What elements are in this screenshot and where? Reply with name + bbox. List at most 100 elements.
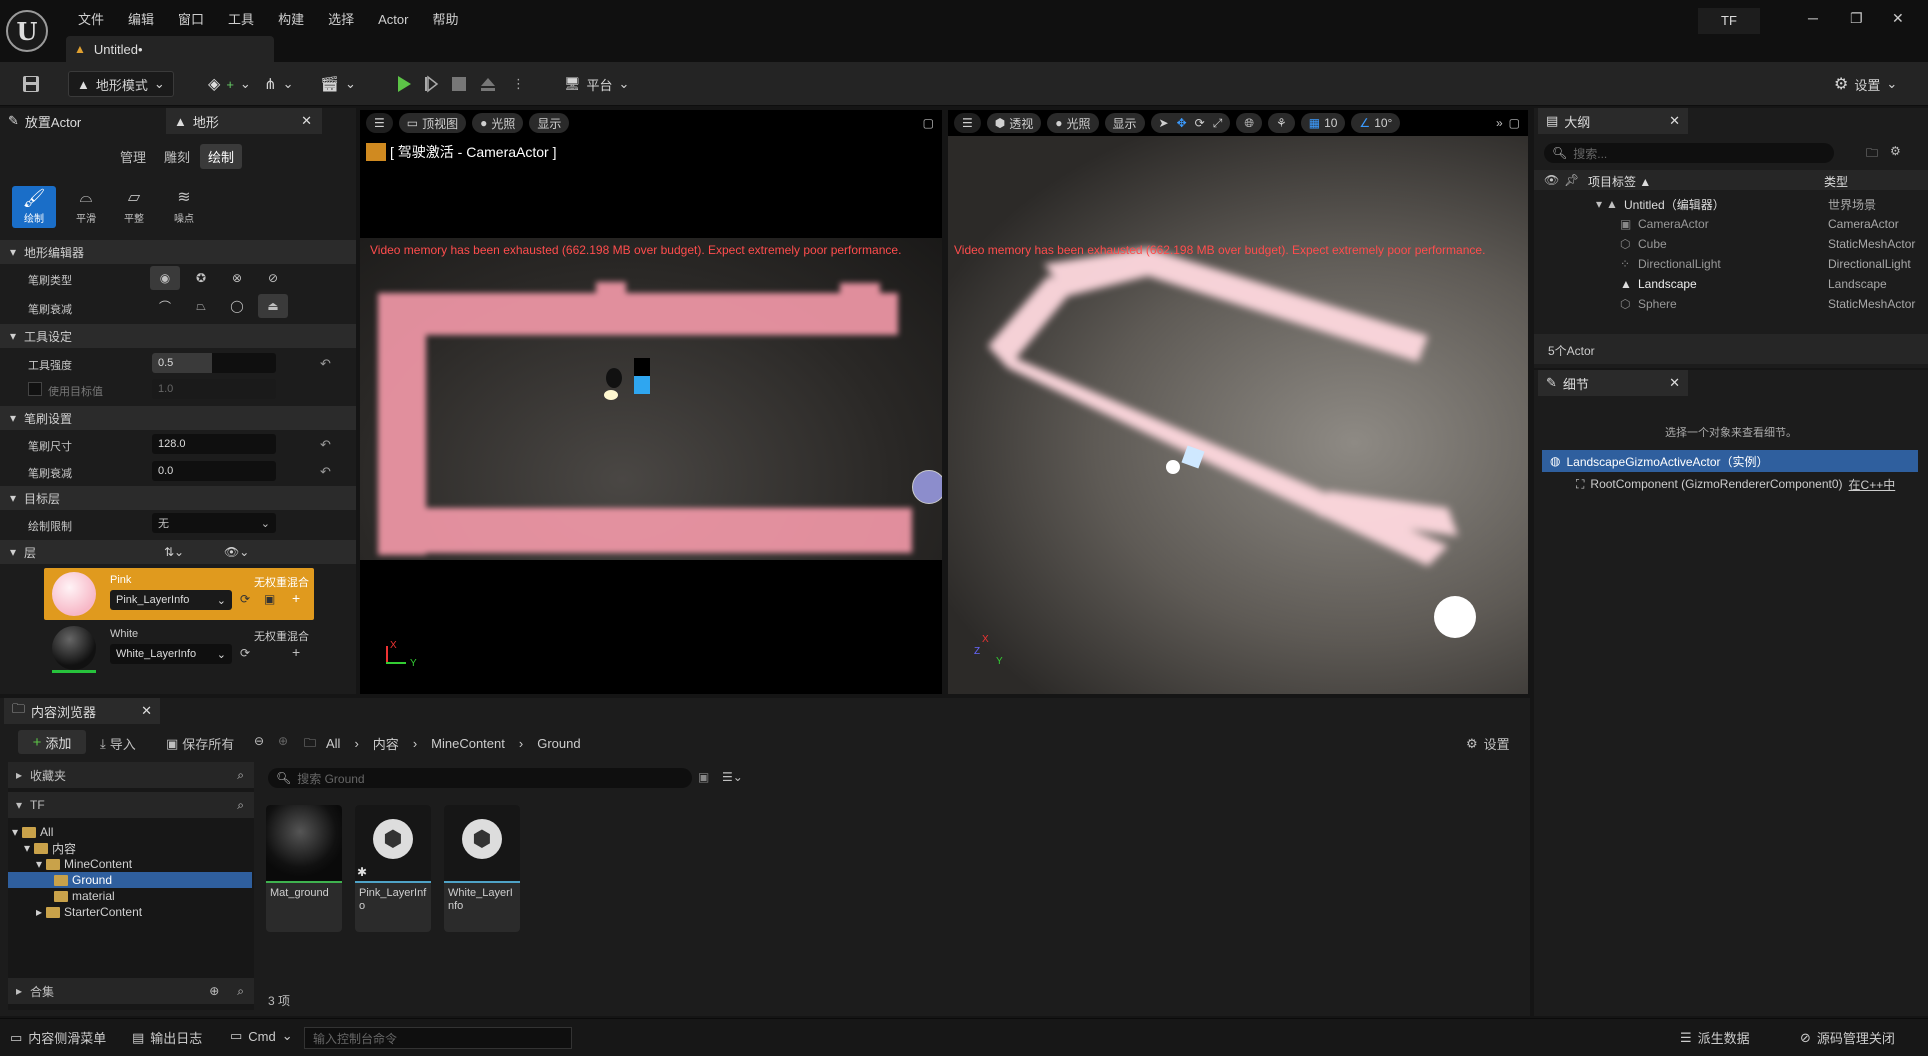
layer-info-dropdown[interactable]: Pink_LayerInfo ⌄ bbox=[110, 590, 232, 610]
world-local-icon[interactable]: 🌐︎ bbox=[1236, 113, 1262, 133]
tf-section[interactable]: ▾ TF ⌕ bbox=[8, 792, 254, 818]
outliner-row-light[interactable]: ⁘ DirectionalLight DirectionalLight bbox=[1540, 254, 1928, 274]
reset-icon[interactable]: ↶ bbox=[320, 464, 331, 480]
filter-icon[interactable]: ☰⌄ bbox=[722, 770, 743, 784]
back-icon[interactable]: ⊖ bbox=[254, 734, 264, 748]
user-badge[interactable]: TF bbox=[1698, 8, 1760, 34]
import-button[interactable]: ⤓ 导入 bbox=[100, 734, 136, 753]
menu-tools[interactable]: 工具 bbox=[216, 10, 266, 30]
save-search-icon[interactable]: ▣ bbox=[698, 770, 709, 784]
outliner-row-camera[interactable]: ▣ CameraActor CameraActor bbox=[1540, 214, 1928, 234]
platform-dropdown[interactable]: 🖥︎ 平台 ⌄ bbox=[556, 71, 637, 97]
tab-place-actor[interactable]: ✎ 放置Actor bbox=[0, 108, 164, 134]
tree-item-ground[interactable]: Ground bbox=[8, 872, 252, 888]
reset-icon[interactable]: ↶ bbox=[320, 356, 331, 372]
menu-window[interactable]: 窗口 bbox=[166, 10, 216, 30]
output-log-button[interactable]: ▤ 输出日志 bbox=[132, 1028, 202, 1047]
brush-falloff-field[interactable]: 0.0 bbox=[152, 461, 276, 481]
details-component-row[interactable]: ⛶ RootComponent (GizmoRendererComponent0… bbox=[1576, 474, 1918, 494]
section-layers[interactable]: ▾ 层 ⇅⌄ 👁︎⌄ bbox=[0, 540, 356, 564]
add-icon[interactable]: + bbox=[292, 644, 300, 660]
add-folder-icon[interactable]: 🗀 bbox=[1866, 144, 1878, 165]
reset-icon[interactable]: ⟳ bbox=[240, 646, 250, 660]
move-icon[interactable]: ✥ bbox=[1177, 116, 1187, 130]
menu-help[interactable]: 帮助 bbox=[420, 10, 470, 30]
alpha-brush-icon[interactable]: ✪ bbox=[186, 266, 216, 290]
smooth-falloff-icon[interactable]: ⌒ bbox=[150, 294, 180, 318]
lighting-button[interactable]: ● 光照 bbox=[472, 113, 524, 133]
layer-info-dropdown[interactable]: White_LayerInfo ⌄ bbox=[110, 644, 232, 664]
select-icon[interactable]: ➤ bbox=[1159, 116, 1169, 130]
search-icon[interactable]: ⌕ bbox=[237, 798, 244, 813]
hamburger-icon[interactable]: ☰ bbox=[366, 113, 393, 133]
layer-item-white[interactable]: White 无权重混合 White_LayerInfo ⌄ ⟳ + bbox=[44, 622, 314, 674]
layer-item-pink[interactable]: Pink 无权重混合 Pink_LayerInfo ⌄ ⟳ ▣ + bbox=[44, 568, 314, 620]
scale-icon[interactable]: ⤢ bbox=[1213, 116, 1223, 131]
tree-item-material[interactable]: material bbox=[54, 888, 115, 904]
collections-section[interactable]: ▸ 合集 ⊕ ⌕ bbox=[8, 978, 254, 1004]
content-settings-button[interactable]: ⚙ 设置 bbox=[1466, 734, 1510, 753]
add-icon[interactable]: ⊕ bbox=[209, 984, 219, 998]
viewport-perspective[interactable]: ☰ ⬢ 透视 ● 光照 显示 ➤ ✥ ⟳ ⤢ 🌐︎ ⚘ ▦ 10 ∠ 10° » ▢ V… bbox=[948, 110, 1528, 694]
reset-icon[interactable]: ⟳ bbox=[240, 592, 250, 606]
section-landscape-editor[interactable]: ▾ 地形编辑器 bbox=[0, 240, 356, 264]
asset-mat-ground[interactable]: Mat_ground bbox=[266, 805, 342, 932]
content-drawer-button[interactable]: ▭ 内容侧滑菜单 bbox=[10, 1028, 106, 1047]
cpp-link[interactable]: 在C++中 bbox=[1849, 476, 1896, 493]
component-brush-icon[interactable]: ⊘ bbox=[258, 266, 288, 290]
linear-falloff-icon[interactable]: ⏢ bbox=[186, 294, 216, 318]
details-actor-row[interactable]: ◍ LandscapeGizmoActiveActor（实例） bbox=[1542, 450, 1918, 472]
save-icon[interactable] bbox=[14, 71, 48, 97]
use-target-checkbox[interactable] bbox=[28, 382, 42, 396]
menu-file[interactable]: 文件 bbox=[66, 10, 116, 30]
crumb-ground[interactable]: Ground bbox=[537, 736, 580, 751]
derived-data-button[interactable]: ☰ 派生数据 bbox=[1680, 1028, 1750, 1047]
close-icon[interactable]: ✕ bbox=[141, 703, 152, 719]
tree-item-all[interactable]: ▾ All bbox=[12, 824, 53, 840]
subtab-sculpt[interactable]: 雕刻 bbox=[156, 144, 198, 169]
close-icon[interactable]: ✕ bbox=[1892, 10, 1904, 27]
console-input[interactable]: 输入控制台命令 bbox=[304, 1027, 572, 1049]
spherical-falloff-icon[interactable]: ◯ bbox=[222, 294, 252, 318]
angle-snap-button[interactable]: ∠ 10° bbox=[1351, 113, 1401, 133]
menu-build[interactable]: 构建 bbox=[266, 10, 316, 30]
eye-icon[interactable]: 👁︎ bbox=[1544, 173, 1559, 187]
lighting-button[interactable]: ● 光照 bbox=[1047, 113, 1099, 133]
pattern-brush-icon[interactable]: ⊗ bbox=[222, 266, 252, 290]
menu-edit[interactable]: 编辑 bbox=[116, 10, 166, 30]
viewport-top[interactable]: ☰ ▭ 顶视图 ● 光照 显示 ▢ [ 驾驶激活 - CameraActor ] V… bbox=[360, 110, 942, 694]
outliner-search[interactable]: 🔍︎ 搜索... bbox=[1544, 143, 1834, 163]
asset-search[interactable]: 🔍︎ 搜索 Ground bbox=[268, 768, 692, 788]
mode-dropdown[interactable]: ▲ 地形模式 ⌄ bbox=[68, 71, 174, 97]
tool-strength-field[interactable]: 0.5 bbox=[152, 353, 276, 373]
view-mode-button[interactable]: ▭ 顶视图 bbox=[398, 113, 467, 133]
show-button[interactable]: 显示 bbox=[529, 113, 570, 133]
tool-smooth[interactable]: ⌓ 平滑 bbox=[64, 186, 108, 228]
menu-actor[interactable]: Actor bbox=[366, 10, 420, 30]
asset-pink-layerinfo[interactable]: ⬢ ✱ Pink_LayerInfo bbox=[355, 805, 431, 932]
menu-select[interactable]: 选择 bbox=[316, 10, 366, 30]
crumb-all[interactable]: All bbox=[326, 736, 340, 751]
minimize-icon[interactable]: ─ bbox=[1808, 10, 1818, 26]
crumb-content[interactable]: 内容 bbox=[373, 734, 399, 753]
expand-icon[interactable]: » bbox=[1496, 116, 1503, 130]
tree-item-minecontent[interactable]: ▾ MineContent bbox=[36, 856, 132, 872]
unreal-logo-icon[interactable]: U bbox=[6, 10, 48, 52]
source-control-button[interactable]: ⊘ 源码管理关闭 bbox=[1800, 1028, 1895, 1047]
add-button[interactable]: + 添加 bbox=[18, 730, 86, 754]
tab-details[interactable]: ✎ 细节 ✕ bbox=[1538, 370, 1688, 396]
section-tool-settings[interactable]: ▾ 工具设定 bbox=[0, 324, 356, 348]
close-icon[interactable]: ✕ bbox=[301, 113, 312, 129]
search-icon[interactable]: ⌕ bbox=[237, 984, 244, 999]
tool-paint[interactable]: 🖌︎ 绘制 bbox=[12, 186, 56, 228]
outliner-row-landscape[interactable]: ▲ Landscape Landscape bbox=[1540, 274, 1928, 294]
tool-noise[interactable]: ≋ 噪点 bbox=[162, 186, 206, 228]
close-icon[interactable]: ✕ bbox=[1669, 375, 1680, 391]
paint-limit-dropdown[interactable]: 无 ⌄ bbox=[152, 513, 276, 533]
show-button[interactable]: 显示 bbox=[1104, 113, 1145, 133]
outliner-row-world[interactable]: ▾ ▲ Untitled（编辑器） 世界场景 bbox=[1540, 194, 1928, 214]
subtab-manage[interactable]: 管理 bbox=[112, 144, 154, 169]
pin-icon[interactable]: 📌︎ bbox=[1564, 173, 1579, 187]
more-options-icon[interactable]: ⋮ bbox=[504, 71, 533, 97]
maximize-viewport-icon[interactable]: ▢ bbox=[1509, 116, 1520, 130]
